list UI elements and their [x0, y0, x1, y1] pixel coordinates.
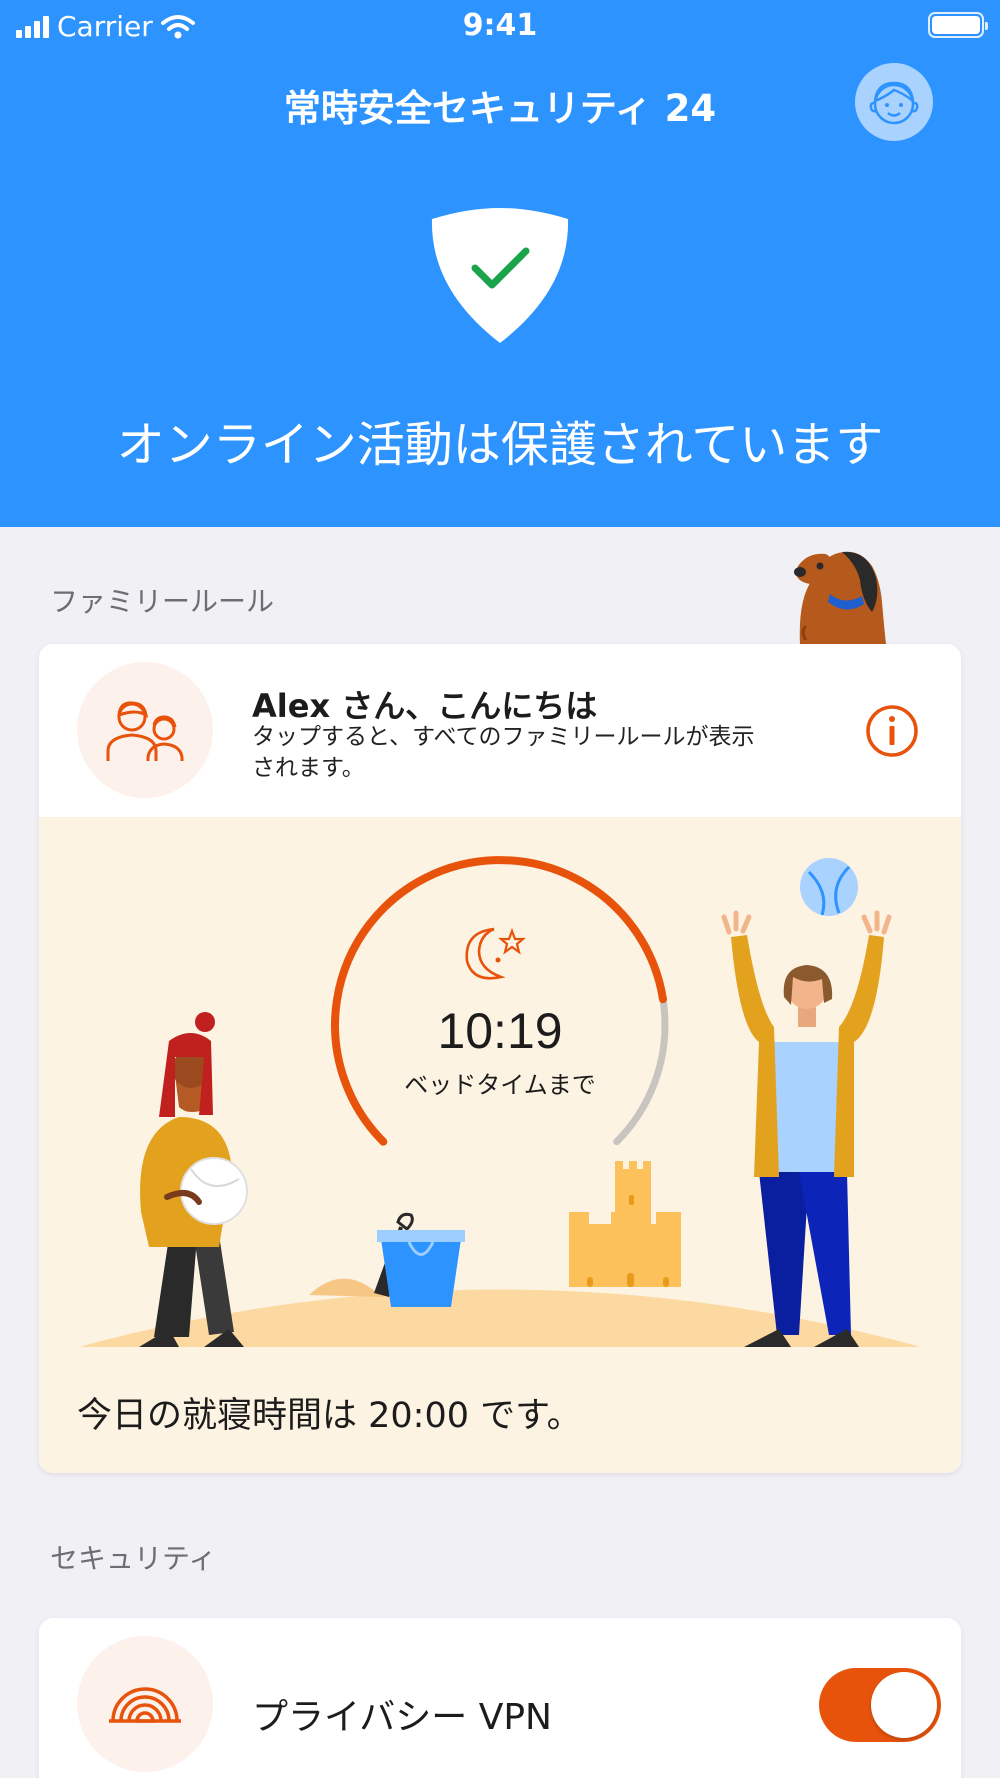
vpn-signal-icon	[109, 1687, 181, 1723]
child-cheering-illustration	[721, 858, 892, 1347]
vpn-icon-badge	[77, 1636, 213, 1772]
greeting-title: Alex さん、こんにちは	[252, 687, 598, 725]
dog-illustration	[794, 551, 886, 644]
app-title: 常時安全セキュリティ 24	[283, 87, 717, 130]
family-icon-badge	[77, 662, 213, 798]
security-section-label: セキュリティ	[50, 1542, 217, 1575]
clock: 9:41	[462, 8, 538, 43]
info-icon[interactable]	[865, 704, 919, 758]
bedtime-scene: 10:19 ベッドタイムまで 今日の就寝時間は 20:00 です。	[39, 817, 961, 1473]
family-rules-card[interactable]: Alex さん、こんにちは タップすると、すべてのファミリールールが表示されます…	[39, 644, 961, 1473]
shield-check-icon	[431, 208, 569, 343]
child-face-icon	[869, 81, 919, 125]
family-card-header[interactable]: Alex さん、こんにちは タップすると、すべてのファミリールールが表示されます…	[39, 644, 961, 817]
moon-stars-icon	[465, 927, 527, 980]
bucket-and-shovel-illustration	[374, 1212, 465, 1307]
sandcastle-illustration	[569, 1161, 681, 1287]
bedtime-note: 今日の就寝時間は 20:00 です。	[77, 1396, 582, 1436]
countdown-time: 10:19	[437, 1003, 563, 1059]
vpn-toggle-knob	[871, 1672, 937, 1738]
vpn-label: プライバシー VPN	[252, 1697, 552, 1738]
vpn-toggle[interactable]	[819, 1668, 941, 1742]
status-bar: Carrier 9:41	[0, 0, 1000, 52]
child-holding-ball-illustration	[139, 1012, 248, 1347]
hero-header: Carrier 9:41 常時安全セキュリティ 24 オンライン活動は保護されて…	[0, 0, 1000, 527]
greeting-subtitle: タップすると、すべてのファミリールールが表示されます。	[252, 724, 755, 781]
battery-icon	[928, 12, 988, 38]
family-icon	[106, 701, 184, 761]
privacy-vpn-card[interactable]: プライバシー VPN	[39, 1618, 961, 1778]
protection-status-text: オンライン活動は保護されています	[116, 417, 884, 473]
countdown-label: ベッドタイムまで	[404, 1071, 596, 1099]
family-rules-section-label: ファミリールール	[50, 585, 275, 618]
profile-avatar-button[interactable]	[855, 63, 933, 141]
